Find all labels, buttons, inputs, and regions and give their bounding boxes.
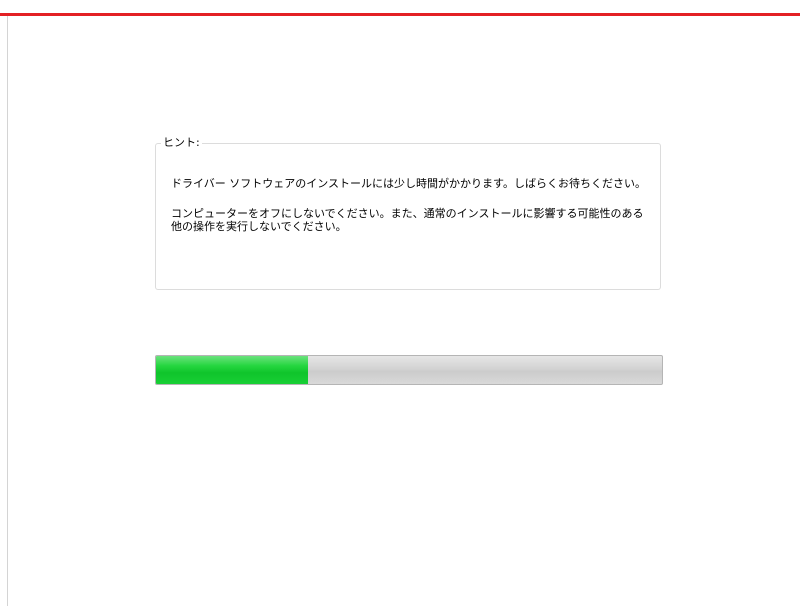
hint-message-wait: ドライバー ソフトウェアのインストールには少し時間がかかります。しばらくお待ちく… [171, 177, 646, 190]
accent-top-bar [0, 13, 800, 16]
install-progress-bar [155, 355, 663, 385]
install-progress-fill [156, 356, 308, 384]
window-left-border [7, 16, 8, 606]
hint-message-warning: コンピューターをオフにしないでください。また、通常のインストールに影響する可能性… [171, 207, 644, 233]
hint-groupbox: ヒント: ドライバー ソフトウェアのインストールには少し時間がかかります。しばら… [155, 136, 661, 290]
installer-window: ヒント: ドライバー ソフトウェアのインストールには少し時間がかかります。しばら… [0, 0, 800, 606]
hint-title: ヒント: [161, 136, 202, 150]
